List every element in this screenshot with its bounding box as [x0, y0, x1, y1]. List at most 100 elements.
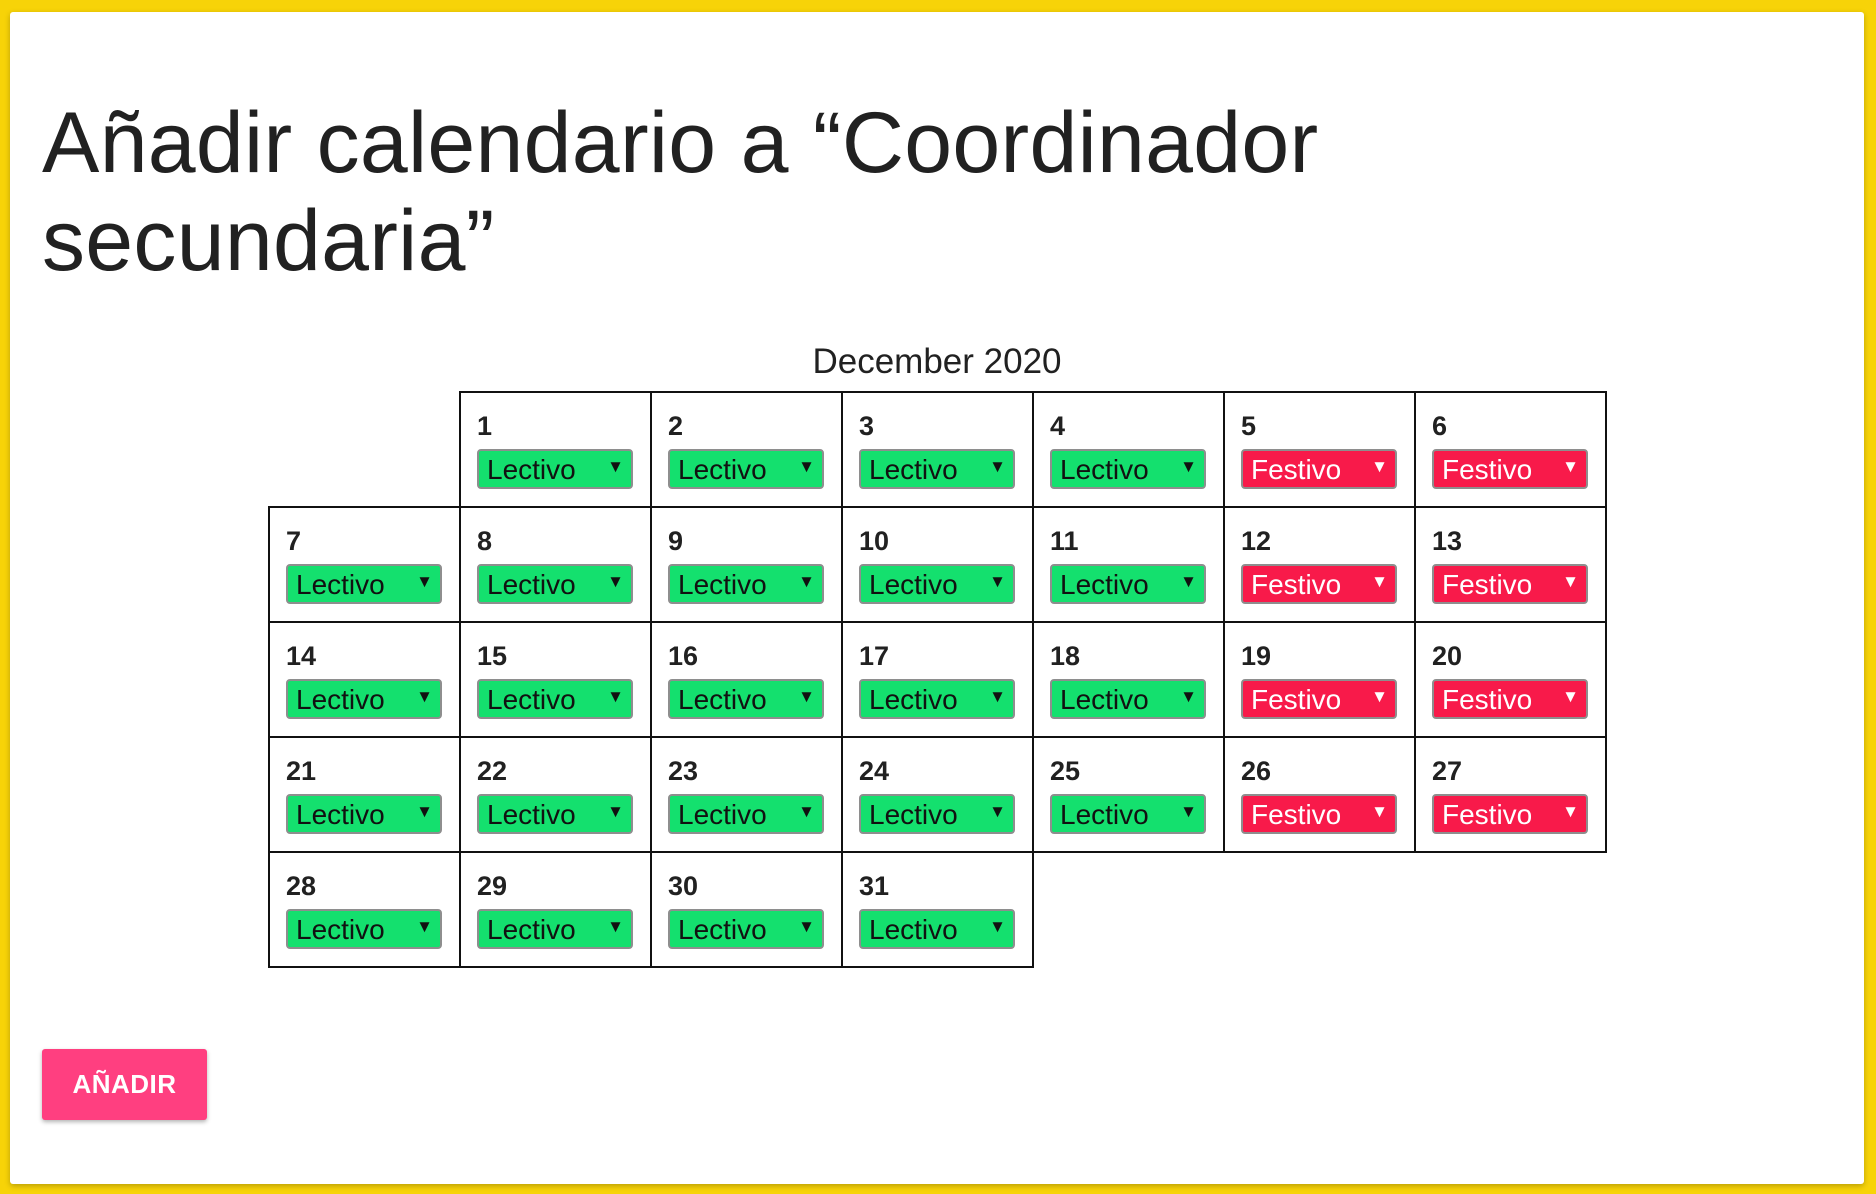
- day-status-select[interactable]: Lectivo ▼: [859, 679, 1015, 719]
- chevron-down-icon: ▼: [416, 917, 433, 936]
- day-status-value: Lectivo: [869, 799, 958, 830]
- day-number: 27: [1432, 756, 1463, 786]
- day-number: 17: [859, 641, 890, 671]
- day-status-select[interactable]: Lectivo ▼: [286, 679, 442, 719]
- day-number: 1: [477, 411, 493, 441]
- day-status-select[interactable]: Lectivo ▼: [668, 794, 824, 834]
- day-status-select[interactable]: Lectivo ▼: [286, 794, 442, 834]
- chevron-down-icon: ▼: [1180, 572, 1197, 591]
- day-cell: 13 Festivo ▼: [1414, 506, 1607, 623]
- day-number: 6: [1432, 411, 1448, 441]
- day-status-select[interactable]: Lectivo ▼: [859, 794, 1015, 834]
- chevron-down-icon: ▼: [1371, 687, 1388, 706]
- day-status-value: Lectivo: [1060, 454, 1149, 485]
- day-status-select[interactable]: Lectivo ▼: [477, 679, 633, 719]
- day-status-select[interactable]: Festivo ▼: [1241, 449, 1397, 489]
- chevron-down-icon: ▼: [989, 917, 1006, 936]
- day-number: 5: [1241, 411, 1257, 441]
- chevron-down-icon: ▼: [1371, 572, 1388, 591]
- dialog-panel: Añadir calendario a “Coordinador secunda…: [10, 12, 1864, 1184]
- day-cell: 11 Lectivo ▼: [1032, 506, 1225, 623]
- day-status-select[interactable]: Festivo ▼: [1241, 794, 1397, 834]
- day-status-select[interactable]: Festivo ▼: [1432, 679, 1588, 719]
- day-number: 28: [286, 871, 317, 901]
- day-number: 2: [668, 411, 684, 441]
- day-status-select[interactable]: Lectivo ▼: [477, 564, 633, 604]
- day-status-value: Festivo: [1251, 684, 1342, 715]
- day-status-select[interactable]: Lectivo ▼: [477, 449, 633, 489]
- day-status-value: Festivo: [1251, 799, 1342, 830]
- day-number: 7: [286, 526, 302, 556]
- day-status-value: Lectivo: [296, 799, 385, 830]
- day-cell: 24 Lectivo ▼: [841, 736, 1034, 853]
- add-button[interactable]: AÑADIR: [42, 1049, 207, 1120]
- day-status-value: Lectivo: [487, 454, 576, 485]
- day-status-select[interactable]: Lectivo ▼: [668, 449, 824, 489]
- day-cell: 14 Lectivo ▼: [268, 621, 461, 738]
- day-status-value: Lectivo: [1060, 799, 1149, 830]
- chevron-down-icon: ▼: [1371, 457, 1388, 476]
- chevron-down-icon: ▼: [1562, 457, 1579, 476]
- chevron-down-icon: ▼: [607, 802, 624, 821]
- calendar-grid: 1 Lectivo ▼ 2 Lectivo ▼ 3 Lectivo ▼ 4 Lectivo ▼ 5 Fes…: [268, 391, 1608, 968]
- chevron-down-icon: ▼: [798, 802, 815, 821]
- day-number: 11: [1050, 526, 1079, 556]
- chevron-down-icon: ▼: [1562, 687, 1579, 706]
- day-status-select[interactable]: Lectivo ▼: [859, 564, 1015, 604]
- day-status-select[interactable]: Lectivo ▼: [668, 564, 824, 604]
- day-status-select[interactable]: Festivo ▼: [1432, 794, 1588, 834]
- day-status-value: Lectivo: [296, 569, 385, 600]
- day-number: 12: [1241, 526, 1272, 556]
- day-number: 23: [668, 756, 699, 786]
- day-cell: 19 Festivo ▼: [1223, 621, 1416, 738]
- chevron-down-icon: ▼: [1180, 457, 1197, 476]
- chevron-down-icon: ▼: [1562, 802, 1579, 821]
- chevron-down-icon: ▼: [989, 802, 1006, 821]
- day-status-select[interactable]: Lectivo ▼: [477, 909, 633, 949]
- day-cell: 29 Lectivo ▼: [459, 851, 652, 968]
- chevron-down-icon: ▼: [798, 457, 815, 476]
- day-status-select[interactable]: Lectivo ▼: [1050, 794, 1206, 834]
- day-status-value: Lectivo: [869, 569, 958, 600]
- day-status-select[interactable]: Lectivo ▼: [668, 679, 824, 719]
- day-number: 3: [859, 411, 875, 441]
- day-cell: 6 Festivo ▼: [1414, 391, 1607, 508]
- chevron-down-icon: ▼: [989, 457, 1006, 476]
- day-status-value: Lectivo: [487, 569, 576, 600]
- day-status-select[interactable]: Festivo ▼: [1241, 679, 1397, 719]
- day-cell: 16 Lectivo ▼: [650, 621, 843, 738]
- day-status-select[interactable]: Festivo ▼: [1432, 564, 1588, 604]
- day-number: 9: [668, 526, 684, 556]
- day-number: 19: [1241, 641, 1272, 671]
- day-cell: 12 Festivo ▼: [1223, 506, 1416, 623]
- day-cell: 27 Festivo ▼: [1414, 736, 1607, 853]
- day-cell: 4 Lectivo ▼: [1032, 391, 1225, 508]
- day-status-select[interactable]: Festivo ▼: [1432, 449, 1588, 489]
- day-status-value: Festivo: [1442, 684, 1533, 715]
- day-cell: 17 Lectivo ▼: [841, 621, 1034, 738]
- day-cell: 8 Lectivo ▼: [459, 506, 652, 623]
- day-number: 13: [1432, 526, 1463, 556]
- day-status-select[interactable]: Lectivo ▼: [668, 909, 824, 949]
- chevron-down-icon: ▼: [1180, 687, 1197, 706]
- day-number: 22: [477, 756, 508, 786]
- day-cell: 2 Lectivo ▼: [650, 391, 843, 508]
- day-status-select[interactable]: Festivo ▼: [1241, 564, 1397, 604]
- day-status-select[interactable]: Lectivo ▼: [859, 449, 1015, 489]
- day-number: 26: [1241, 756, 1272, 786]
- day-status-value: Festivo: [1442, 799, 1533, 830]
- day-number: 30: [668, 871, 699, 901]
- day-status-select[interactable]: Lectivo ▼: [477, 794, 633, 834]
- day-cell: 1 Lectivo ▼: [459, 391, 652, 508]
- day-status-select[interactable]: Lectivo ▼: [1050, 564, 1206, 604]
- chevron-down-icon: ▼: [607, 917, 624, 936]
- day-status-select[interactable]: Lectivo ▼: [286, 564, 442, 604]
- chevron-down-icon: ▼: [416, 802, 433, 821]
- day-status-select[interactable]: Lectivo ▼: [859, 909, 1015, 949]
- day-status-select[interactable]: Lectivo ▼: [1050, 679, 1206, 719]
- day-cell: 28 Lectivo ▼: [268, 851, 461, 968]
- chevron-down-icon: ▼: [607, 572, 624, 591]
- day-number: 14: [286, 641, 317, 671]
- day-status-select[interactable]: Lectivo ▼: [286, 909, 442, 949]
- day-status-select[interactable]: Lectivo ▼: [1050, 449, 1206, 489]
